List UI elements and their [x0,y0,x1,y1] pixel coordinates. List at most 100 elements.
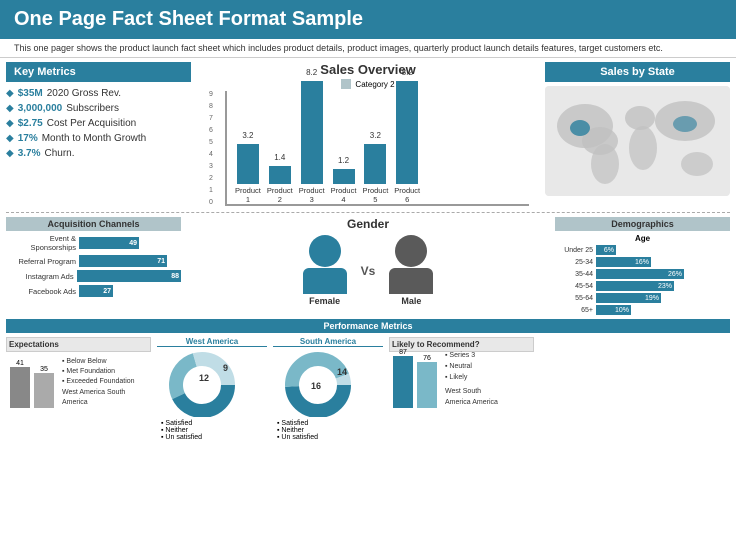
metric-item: ◆$35M2020 Gross Rev. [6,86,191,101]
metric-diamond: ◆ [6,133,14,144]
metric-value: 3,000,000 [18,103,63,114]
metric-item: ◆17%Month to Month Growth [6,131,191,146]
age-row: 25-34 16% [555,257,730,267]
bar-group: 1.4 Product2 [267,166,293,204]
demo-title: Demographics [555,217,730,231]
metric-label: 2020 Gross Rev. [47,88,121,99]
bar-value: 3.2 [364,131,386,140]
age-bar: 6% [596,245,616,255]
south-donut-chart: 16 14 [283,347,373,417]
age-row: 65+ 10% [555,305,730,315]
bar: 8.2 [396,81,418,184]
likely-recommend-panel: Likely to Recommend? 87 76 ▪ Series 3 ▪ … [389,337,534,412]
acq-bar-chart: Event & Sponsorships 49 Referral Program… [6,234,181,297]
likely-west: 87 [393,349,413,408]
age-value: 26% [668,271,682,278]
gender-title: Gender [187,217,549,231]
age-value: 10% [615,307,629,314]
svg-text:16: 16 [311,381,321,391]
age-value: 6% [604,247,614,254]
age-bar: 10% [596,305,631,315]
sales-overview-title: Sales Overview [197,62,539,77]
y-labels: 9876543210 [209,91,213,206]
bar: 3.2 [237,144,259,184]
subtitle: This one pager shows the product launch … [0,39,736,58]
female-figure: Female [303,235,347,306]
likely-south-bar [417,362,437,408]
metric-value: $2.75 [18,118,43,129]
metric-item: ◆3.7%Churn. [6,146,191,161]
acq-bar-value: 49 [129,240,137,247]
svg-text:9: 9 [223,363,228,373]
metric-diamond: ◆ [6,148,14,159]
west-legend: ▪ Satisfied▪ Neither▪ Un satisfied [161,420,267,441]
age-label: Under 25 [555,247,593,254]
acq-bar-row: Facebook Ads 27 [6,285,181,297]
female-body [303,268,347,294]
likely-chart: 87 76 ▪ Series 3 ▪ Neutral ▪ Likely West… [389,352,534,412]
female-label: Female [309,296,340,306]
age-label: 35-44 [555,271,593,278]
metric-diamond: ◆ [6,103,14,114]
bar-group: 3.2 Product5 [362,144,388,204]
vs-text: Vs [361,264,376,278]
likely-legend: ▪ Series 3 ▪ Neutral ▪ Likely West South… [445,350,498,408]
bar-value: 8.2 [396,68,418,77]
key-metrics-panel: Key Metrics ◆$35M2020 Gross Rev.◆3,000,0… [6,62,191,206]
acq-bar-label: Instagram Ads [6,272,74,281]
metric-label: Subscribers [66,103,119,114]
acq-bar-row: Event & Sponsorships 49 [6,234,181,252]
bar-value: 3.2 [237,131,259,140]
bar-label: Product5 [362,186,388,204]
chart-legend: Category 2 [197,79,539,89]
metric-label: Churn. [45,148,75,159]
acq-bar-fill: 49 [79,237,139,249]
bar-label: Product3 [299,186,325,204]
age-title: Age [555,234,730,243]
acq-bar-row: Referral Program 71 [6,255,181,267]
age-value: 23% [658,283,672,290]
age-label: 25-34 [555,259,593,266]
metric-label: Cost Per Acquisition [47,118,137,129]
exp-south: 35 [34,366,54,408]
demographics-panel: Demographics Age Under 25 6% 25-34 16% 3… [555,217,730,315]
svg-text:12: 12 [199,373,209,383]
age-row: 45-54 23% [555,281,730,291]
acq-bar-fill: 88 [77,270,181,282]
acq-bar-label: Referral Program [6,257,76,266]
svg-text:14: 14 [337,367,347,377]
gender-figures: Female Vs Male [187,235,549,306]
exp-west: 41 [10,360,30,408]
age-bar: 23% [596,281,674,291]
metric-item: ◆ 3,000,000Subscribers [6,101,191,116]
west-america-title: West America [157,337,267,347]
expectations-title: Expectations [6,337,151,352]
age-bar: 16% [596,257,651,267]
bar-group: 3.2 Product1 [235,144,261,204]
age-label: 65+ [555,307,593,314]
bar-group: 1.2 Product4 [331,169,357,204]
sales-by-state-panel: Sales by State [545,62,730,206]
age-value: 19% [645,295,659,302]
exp-south-bar [34,373,54,408]
bar: 1.4 [269,166,291,184]
bar-value: 1.4 [269,153,291,162]
map-graphic [545,86,730,196]
metric-diamond: ◆ [6,118,14,129]
bar-label: Product4 [331,186,357,204]
south-legend: ▪ Satisfied▪ Neither▪ Un satisfied [277,420,383,441]
south-america-title: South America [273,337,383,347]
bar-group: 8.2 Product3 [299,81,325,204]
metric-item: ◆ $2.75 Cost Per Acquisition [6,116,191,131]
expectations-panel: Expectations 41 35 ▪ Below Below ▪ Met F… [6,337,151,412]
likely-south: 76 [417,355,437,408]
metric-diamond: ◆ [6,88,14,99]
legend-box [341,79,351,89]
west-donut-chart: 12 9 [167,347,257,417]
age-row: Under 25 6% [555,245,730,255]
acq-bar-fill: 27 [79,285,113,297]
acq-bar-value: 88 [171,273,179,280]
metric-label: Month to Month Growth [42,133,147,144]
sales-by-state-title: Sales by State [545,62,730,82]
acq-bar-fill: 71 [79,255,167,267]
